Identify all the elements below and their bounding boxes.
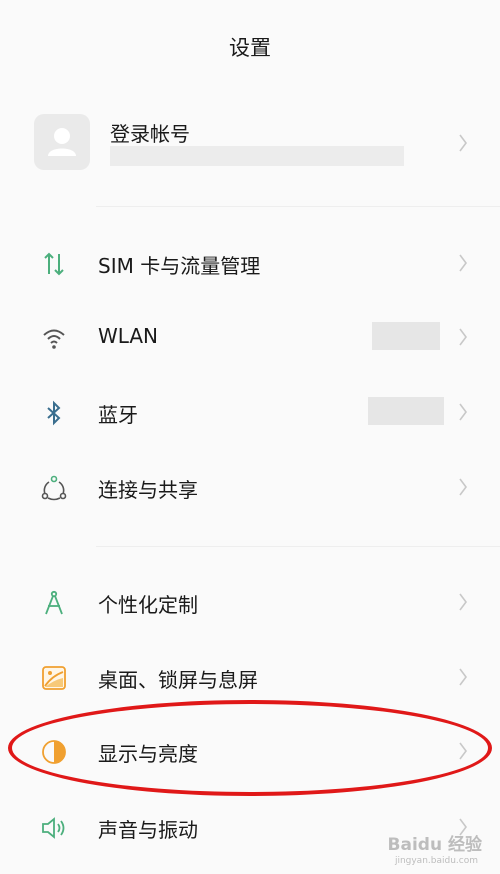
highlight-ellipse [8,700,492,796]
divider [96,546,500,547]
settings-item-wlan[interactable]: WLAN [0,302,500,372]
bluetooth-icon [40,399,68,427]
chevron-right-icon [458,591,468,613]
settings-item-label: 桌面、锁屏与息屏 [98,668,258,692]
settings-item-personalization[interactable]: 个性化定制 [0,567,500,637]
header: 设置 [0,0,500,100]
chevron-right-icon [458,326,468,348]
account-id-redacted [110,146,404,166]
watermark-url: jingyan.baidu.com [394,856,478,866]
wlan-status-redacted [372,322,440,350]
settings-item-label: WLAN [98,324,159,348]
settings-item-label: 连接与共享 [98,478,198,502]
chevron-right-icon [458,476,468,498]
speaker-icon [40,814,68,842]
settings-item-label: 声音与振动 [98,818,198,842]
settings-item-label: 个性化定制 [98,593,198,617]
chevron-right-icon [458,666,468,688]
wifi-icon [40,324,68,352]
connection-share-icon [40,474,68,502]
bluetooth-status-redacted [368,397,444,425]
watermark-brand: Baidu 经验 [387,835,482,855]
chevron-right-icon [458,401,468,423]
account-row[interactable]: 登录帐号 [0,108,500,180]
sim-data-icon [40,250,68,278]
avatar [34,114,90,170]
settings-item-bluetooth[interactable]: 蓝牙 [0,377,500,447]
settings-item-sim[interactable]: SIM 卡与流量管理 [0,228,500,298]
settings-item-label: SIM 卡与流量管理 [98,254,261,278]
user-avatar-icon [48,128,76,156]
wallpaper-icon [40,664,68,692]
account-title: 登录帐号 [110,122,190,146]
settings-item-label: 蓝牙 [98,403,138,427]
page-title: 设置 [229,36,271,60]
chevron-right-icon [458,252,468,274]
settings-item-connection[interactable]: 连接与共享 [0,452,500,522]
watermark: Baidu 经验 jingyan.baidu.com [366,826,486,866]
divider [96,206,500,207]
chevron-right-icon [458,132,468,154]
compass-icon [40,589,68,617]
